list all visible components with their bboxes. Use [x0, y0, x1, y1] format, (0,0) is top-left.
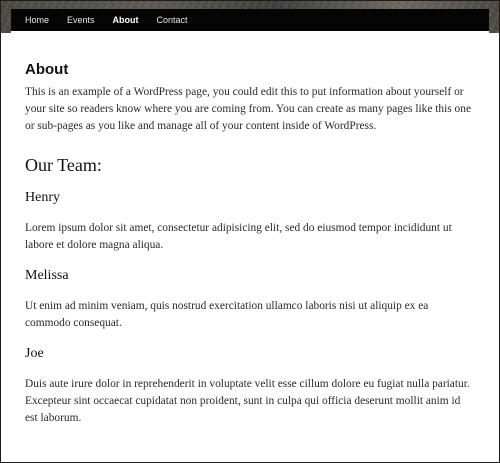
- nav-item-contact[interactable]: Contact: [157, 15, 188, 25]
- browser-frame: Home Events About Contact About This is …: [0, 0, 500, 463]
- nav-item-home[interactable]: Home: [25, 15, 49, 25]
- team-member-bio: Lorem ipsum dolor sit amet, consectetur …: [25, 222, 452, 251]
- team-member-henry: Henry Lorem ipsum dolor sit amet, consec…: [25, 190, 475, 254]
- team-member-name: Melissa: [25, 268, 69, 283]
- team-member-bio: Ut enim ad minim veniam, quis nostrud ex…: [25, 300, 429, 329]
- team-member-joe: Joe Duis aute irure dolor in reprehender…: [25, 346, 475, 427]
- nav-item-about[interactable]: About: [113, 15, 139, 25]
- page-content: About This is an example of a WordPress …: [11, 31, 489, 462]
- main-navigation: Home Events About Contact: [11, 9, 489, 31]
- team-member-name: Henry: [25, 190, 60, 205]
- team-member-melissa: Melissa Ut enim ad minim veniam, quis no…: [25, 268, 475, 332]
- team-member-bio: Duis aute irure dolor in reprehenderit i…: [25, 378, 470, 424]
- team-heading: Our Team:: [25, 155, 102, 175]
- nav-item-events[interactable]: Events: [67, 15, 95, 25]
- team-member-name: Joe: [25, 346, 44, 361]
- intro-paragraph: This is an example of a WordPress page, …: [25, 86, 472, 132]
- page-title: About: [25, 61, 69, 78]
